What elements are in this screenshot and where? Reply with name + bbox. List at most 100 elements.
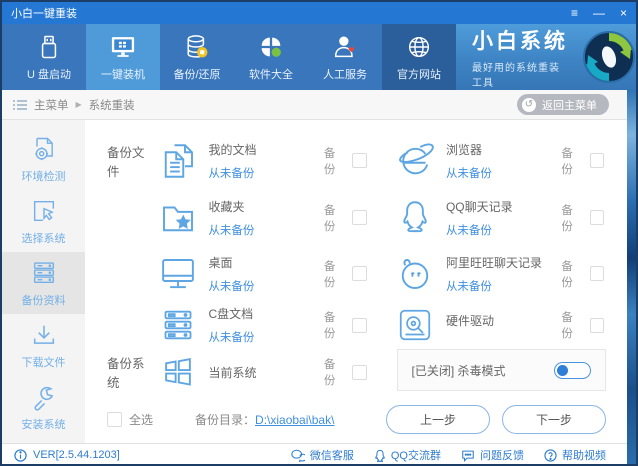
- sidebar-item-backup-data[interactable]: 备份资料: [2, 252, 85, 314]
- qq-group-link[interactable]: QQ交流群: [374, 447, 441, 463]
- help-video-link[interactable]: 帮助视频: [544, 447, 606, 463]
- env-check-icon: [30, 135, 58, 163]
- item-title: 当前系统: [208, 365, 257, 380]
- item-status-link[interactable]: 从未备份: [208, 329, 323, 345]
- drive-rack-icon: [155, 305, 200, 345]
- sidebar-item-env-check[interactable]: 环境检测: [2, 128, 85, 190]
- breadcrumb: 主菜单 ▶ 系统重装 ↺ 返回主菜单: [2, 90, 636, 120]
- sidebar-item-install-system[interactable]: 安装系统: [2, 376, 85, 438]
- breadcrumb-current: 系统重装: [88, 99, 135, 112]
- wechat-support-link[interactable]: 微信客服: [291, 447, 354, 463]
- item-status-link[interactable]: 从未备份: [446, 278, 561, 294]
- statusbar-link-label: QQ交流群: [390, 450, 441, 462]
- nav-software-center[interactable]: 软件大全: [234, 24, 308, 90]
- backup-checkbox[interactable]: [589, 210, 604, 225]
- backup-checkbox[interactable]: [352, 317, 367, 333]
- nav-one-click-install[interactable]: 一键装机: [86, 24, 160, 90]
- monitor-install-icon: [108, 33, 138, 61]
- sidebar-item-select-system[interactable]: 选择系统: [2, 190, 85, 252]
- backup-checkbox[interactable]: [352, 153, 367, 168]
- statusbar: VER[2.5.44.1203] 微信客服 QQ交流群 问题反馈 帮助视频: [2, 443, 636, 464]
- prev-step-button[interactable]: 上一步: [386, 404, 490, 434]
- nav-label: U 盘启动: [27, 68, 71, 81]
- backup-checkbox[interactable]: [589, 153, 604, 168]
- backup-checkbox[interactable]: [352, 210, 367, 225]
- item-status-link[interactable]: 从未备份: [208, 278, 323, 294]
- server-stack-icon: [30, 259, 58, 287]
- item-status-link[interactable]: 从未备份: [446, 165, 561, 181]
- help-icon: [544, 448, 557, 462]
- wrench-icon: [30, 383, 58, 411]
- apps-icon: [257, 33, 285, 61]
- next-step-button[interactable]: 下一步: [502, 404, 606, 434]
- feedback-link[interactable]: 问题反馈: [461, 447, 524, 463]
- item-title: QQ聊天记录: [445, 199, 513, 214]
- backup-item-hardware-drivers: 硬件驱动 备份: [393, 301, 637, 349]
- minimize-icon[interactable]: —: [593, 7, 605, 19]
- cursor-select-icon: [30, 197, 58, 225]
- backup-label: 备份: [561, 260, 573, 289]
- backup-item-browser: 浏览器 从未备份 备份: [393, 132, 637, 189]
- back-arrow-icon: ↺: [522, 97, 536, 112]
- back-button-label: 返回主菜单: [542, 99, 597, 112]
- step-sidebar: 环境检测 选择系统 备份资料 下载文件 安装系统: [2, 120, 85, 443]
- backup-item-wangwang-chat: 阿里旺旺聊天记录 从未备份 备份: [393, 246, 637, 301]
- nav-label: 人工服务: [323, 68, 367, 81]
- sidebar-item-label: 下载文件: [21, 356, 66, 369]
- item-status-link[interactable]: 从未备份: [208, 165, 323, 181]
- close-icon[interactable]: ×: [620, 7, 627, 19]
- backup-checkbox[interactable]: [589, 317, 604, 333]
- backup-item-favorites: 收藏夹 从未备份 备份: [155, 189, 393, 246]
- item-status-link: [446, 336, 561, 338]
- backup-files-section-label: 备份文件: [107, 145, 145, 179]
- item-title: 桌面: [208, 255, 233, 270]
- version-label: VER[2.5.44.1203]: [33, 449, 120, 461]
- qq-icon: [374, 449, 386, 462]
- return-main-menu-button[interactable]: ↺ 返回主菜单: [517, 94, 609, 115]
- backup-dir-link[interactable]: D:\xiaobai\bak\: [255, 413, 334, 427]
- download-icon: [30, 321, 58, 349]
- backup-system-section-label: 备份系统: [107, 357, 145, 390]
- usb-icon: [35, 33, 63, 61]
- item-status-link[interactable]: 从未备份: [446, 222, 561, 238]
- nav-backup-restore[interactable]: 备份/还原: [160, 24, 234, 90]
- backup-checkbox[interactable]: [589, 266, 604, 281]
- documents-icon: [155, 140, 200, 182]
- backup-item-qq-chat: QQ聊天记录 从未备份 备份: [393, 189, 637, 246]
- backup-label: 备份: [323, 359, 336, 387]
- backup-label: 备份: [323, 204, 336, 233]
- sidebar-item-label: 安装系统: [21, 418, 66, 431]
- backup-content: 备份文件 我的文档 从未备份 备份 浏览器 从未备份 备份 收藏夹 从未备份 备…: [85, 120, 636, 443]
- main-nav: U 盘启动 一键装机 备份/还原 软件大全 人工服务 官方网站 小白系统 最好用…: [2, 24, 636, 90]
- breadcrumb-root[interactable]: 主菜单: [34, 97, 69, 113]
- nav-official-site[interactable]: 官方网站: [382, 24, 456, 90]
- brand-title: 小白系统: [472, 30, 568, 53]
- window-title: 小白一键重装: [11, 8, 77, 20]
- backup-dir-label: 备份目录：: [195, 412, 256, 427]
- backup-item-my-documents: 我的文档 从未备份 备份: [155, 132, 393, 189]
- statusbar-link-label: 问题反馈: [480, 450, 524, 462]
- item-title: 阿里旺旺聊天记录: [445, 255, 542, 270]
- sidebar-item-download-files[interactable]: 下载文件: [2, 314, 85, 376]
- brand-area: 小白系统 最好用的系统重装工具: [456, 24, 636, 90]
- menu-icon[interactable]: ≡: [571, 7, 578, 19]
- feedback-icon: [461, 449, 475, 462]
- backup-checkbox[interactable]: [352, 266, 367, 281]
- item-title: 硬件驱动: [445, 314, 494, 328]
- backup-label: 备份: [323, 260, 336, 289]
- qq-penguin-icon: [393, 197, 438, 239]
- nav-human-service[interactable]: 人工服务: [308, 24, 382, 90]
- backup-label: 备份: [561, 312, 573, 340]
- windows-logo-icon: [155, 353, 200, 391]
- backup-item-current-system: 当前系统 备份: [155, 349, 393, 395]
- nav-usb-boot[interactable]: U 盘启动: [12, 24, 86, 90]
- statusbar-link-label: 帮助视频: [562, 450, 606, 462]
- brand-logo-icon: [582, 30, 636, 84]
- list-icon: [13, 99, 27, 111]
- backup-label: 备份: [561, 147, 573, 176]
- backup-checkbox[interactable]: [352, 364, 367, 380]
- antivirus-toggle[interactable]: [554, 361, 591, 379]
- select-all-checkbox[interactable]: [107, 411, 122, 427]
- item-status-link[interactable]: 从未备份: [208, 222, 323, 238]
